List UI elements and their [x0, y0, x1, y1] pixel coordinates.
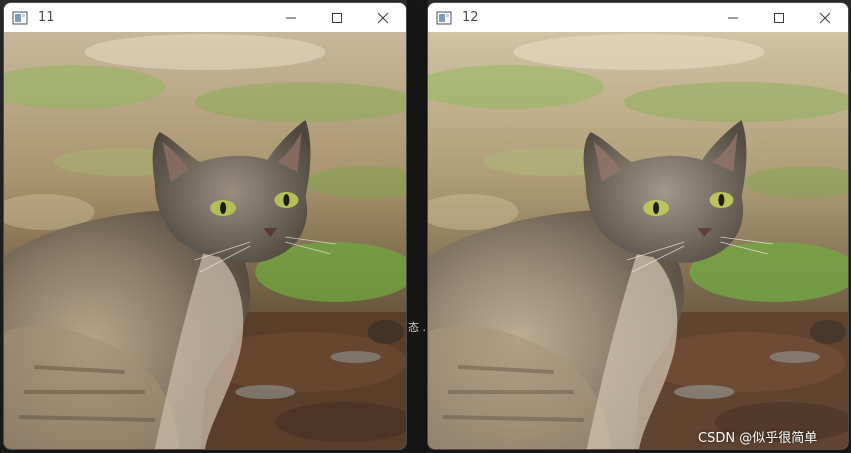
image-canvas — [428, 32, 848, 449]
watermark: CSDN @似乎很简单 — [698, 431, 818, 446]
window-titlebar[interactable]: 11 — [4, 3, 406, 32]
image-window-11[interactable]: 11 — [4, 3, 406, 449]
window-titlebar[interactable]: 12 — [428, 3, 848, 32]
close-button[interactable] — [360, 3, 406, 32]
close-icon — [377, 12, 389, 23]
image-canvas — [4, 32, 406, 449]
maximize-icon — [774, 12, 784, 23]
maximize-button[interactable] — [756, 3, 802, 32]
desktop-gap — [407, 0, 428, 453]
desktop: 态 . 11 12 CSDN @似乎很简单 — [0, 0, 851, 453]
window-app-icon — [436, 10, 452, 26]
window-title: 12 — [462, 10, 479, 25]
window-title: 11 — [38, 10, 55, 25]
minimize-button[interactable] — [710, 3, 756, 32]
maximize-icon — [332, 12, 342, 23]
minimize-icon — [286, 17, 296, 18]
minimize-button[interactable] — [268, 3, 314, 32]
image-window-12[interactable]: 12 — [428, 3, 848, 449]
close-button[interactable] — [802, 3, 848, 32]
minimize-icon — [728, 17, 738, 18]
close-icon — [819, 12, 831, 23]
cat-photo-brightened — [428, 32, 848, 449]
maximize-button[interactable] — [314, 3, 360, 32]
cat-photo — [4, 32, 406, 449]
desktop-gap-mark: 态 . — [408, 321, 426, 334]
window-app-icon — [12, 10, 28, 26]
